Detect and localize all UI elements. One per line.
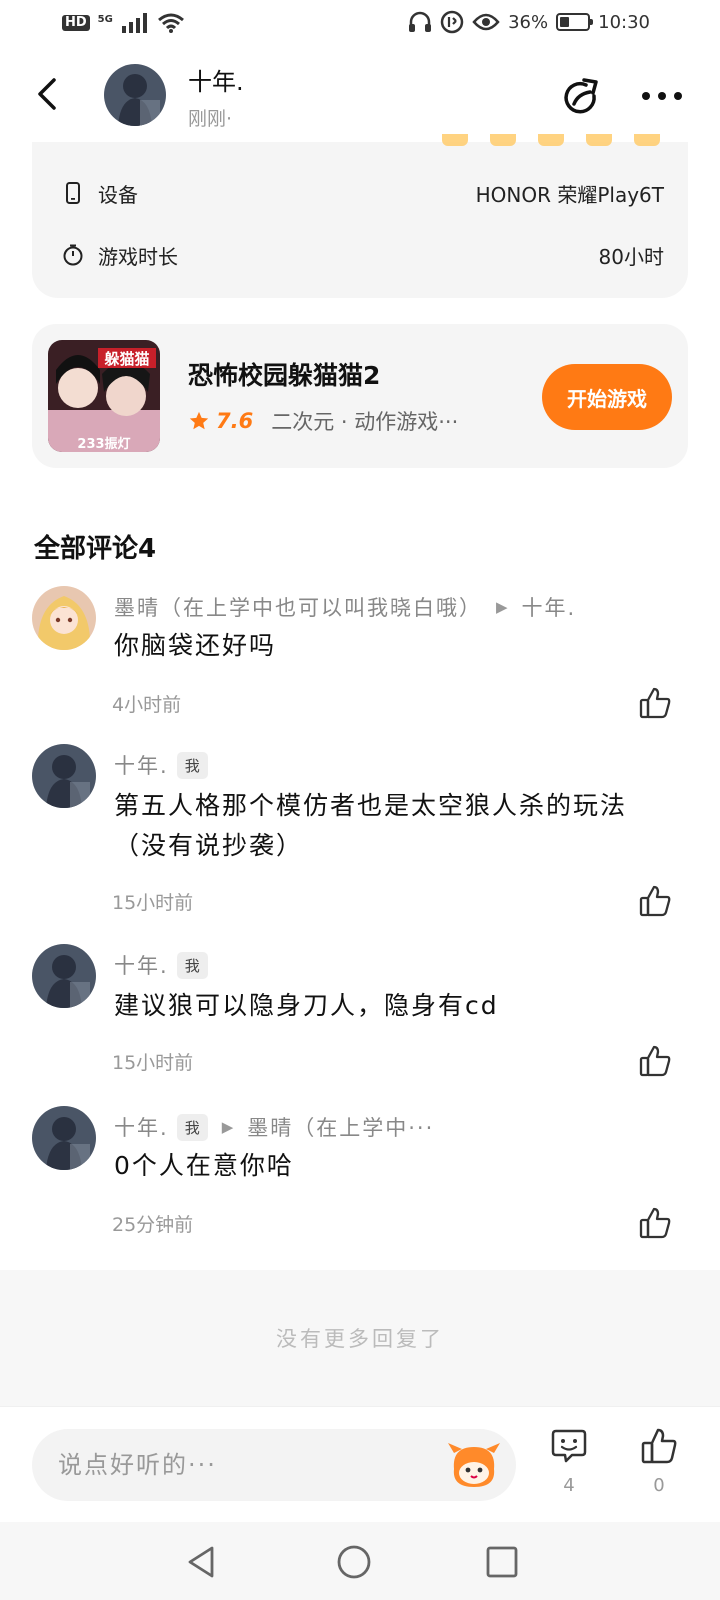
star-icon [538, 134, 564, 146]
commenter-name[interactable]: 十年. [114, 950, 169, 980]
game-tags: 二次元 · 动作游戏··· [271, 410, 459, 434]
playtime-row: 游戏时长 80小时 [62, 240, 664, 270]
back-arrow-icon[interactable] [28, 74, 68, 114]
comment-time: 25分钟前 [112, 1214, 194, 1236]
network-type: 5G [97, 14, 113, 25]
me-badge: 我 [176, 751, 208, 779]
wifi-icon [157, 13, 184, 33]
comment-text[interactable]: 第五人格那个模仿者也是太空狼人杀的玩法（没有说抄袭） [114, 786, 680, 866]
device-value: HONOR 荣耀Play6T [475, 182, 664, 207]
device-row: 设备 HONOR 荣耀Play6T [62, 178, 664, 208]
share-icon[interactable] [560, 76, 604, 120]
comment-text[interactable]: 建议狼可以隐身刀人，隐身有cd [114, 986, 680, 1026]
commenter-avatar[interactable] [32, 944, 96, 1008]
reply-arrow-icon: ▶ [221, 1118, 234, 1136]
comments-title: 全部评论4 [34, 534, 157, 564]
star-icon [586, 134, 612, 146]
nav-back-icon[interactable] [180, 1540, 224, 1584]
timer-icon [63, 244, 83, 266]
more-options-icon[interactable] [640, 84, 684, 108]
thumbs-up-icon[interactable] [638, 1044, 672, 1078]
playtime-value: 80小时 [598, 244, 664, 269]
device-label: 设备 [98, 182, 138, 207]
data-saver-icon [440, 10, 464, 34]
nav-home-icon[interactable] [332, 1540, 376, 1584]
device-info-card: 设备 HONOR 荣耀Play6T 游戏时长 80小时 [32, 134, 688, 298]
commenter-avatar[interactable] [32, 1106, 96, 1170]
me-badge: 我 [176, 951, 208, 979]
eye-icon [472, 13, 500, 31]
reply-to-name[interactable]: 墨晴（在上学中··· [247, 1112, 434, 1142]
clock: 10:30 [598, 11, 650, 33]
playtime-label: 游戏时长 [98, 244, 178, 269]
reply-to-name[interactable]: 十年. [522, 592, 577, 622]
no-more-replies: 没有更多回复了 [0, 1270, 720, 1406]
rating-stars [442, 134, 660, 146]
mascot-emoji-icon[interactable] [446, 1439, 502, 1491]
comment-time: 4小时前 [112, 694, 182, 716]
comment-input-container[interactable] [32, 1429, 516, 1501]
star-icon [490, 134, 516, 146]
nav-recents-icon[interactable] [480, 1540, 524, 1584]
thumbs-up-icon[interactable] [638, 1206, 672, 1240]
star-icon [442, 134, 468, 146]
comment-header: 十年. 我 ▶ 墨晴（在上学中··· [114, 1112, 434, 1142]
game-rating: 7.6 [216, 409, 254, 433]
commenter-name[interactable]: 墨晴（在上学中也可以叫我晓白哦） [114, 592, 482, 622]
phone-icon [66, 182, 80, 204]
reply-bar: 4 0 [0, 1406, 720, 1522]
comment-text[interactable]: 你脑袋还好吗 [114, 626, 680, 666]
comment-count: 4 [563, 1475, 575, 1496]
start-game-button[interactable]: 开始游戏 [542, 364, 672, 430]
hd-icon: HD [62, 15, 90, 31]
game-thumb-badge: 233振灯 [77, 436, 130, 452]
post-time: 刚刚· [188, 108, 233, 130]
me-badge: 我 [176, 1113, 208, 1141]
comment-header: 十年. 我 [114, 950, 208, 980]
game-title[interactable]: 恐怖校园躲猫猫2 [188, 356, 380, 392]
battery-percent: 36% [508, 11, 549, 33]
commenter-name[interactable]: 十年. [114, 750, 169, 780]
commenter-avatar[interactable] [32, 586, 96, 650]
star-icon [189, 411, 209, 430]
author-avatar[interactable] [104, 64, 166, 126]
comment-input[interactable] [58, 1443, 418, 1487]
comment-text[interactable]: 0个人在意你哈 [114, 1146, 680, 1186]
like-action[interactable]: 0 [639, 1427, 679, 1496]
thumbs-up-icon[interactable] [638, 686, 672, 720]
comment-header: 十年. 我 [114, 750, 208, 780]
comment-action[interactable]: 4 [549, 1427, 589, 1496]
status-bar: HD 5G 36% 10:30 [0, 0, 720, 50]
game-thumbnail[interactable]: 躲猫猫 233振灯 [48, 340, 160, 452]
star-icon [634, 134, 660, 146]
battery-icon [556, 13, 594, 31]
commenter-name[interactable]: 十年. [114, 1112, 169, 1142]
battery-level [560, 17, 570, 27]
signal-icon [121, 13, 147, 33]
headphones-icon [409, 11, 432, 32]
thumbs-up-icon[interactable] [640, 1427, 678, 1465]
game-meta: 7.6 二次元 · 动作游戏··· [188, 406, 458, 436]
game-thumb-title: 躲猫猫 [104, 350, 149, 368]
status-left: HD 5G [62, 12, 185, 34]
comment-bubble-icon[interactable] [550, 1427, 588, 1465]
like-count: 0 [653, 1475, 665, 1496]
commenter-avatar[interactable] [32, 744, 96, 808]
thumbs-up-icon[interactable] [638, 884, 672, 918]
system-nav-bar [0, 1522, 720, 1600]
reply-arrow-icon: ▶ [496, 598, 508, 616]
author-name[interactable]: 十年. [188, 62, 244, 97]
game-card[interactable]: 躲猫猫 233振灯 恐怖校园躲猫猫2 7.6 二次元 · 动作游戏··· 开始游… [32, 324, 688, 468]
comment-time: 15小时前 [112, 1052, 194, 1074]
comment-header: 墨晴（在上学中也可以叫我晓白哦） ▶ 十年. [114, 592, 576, 622]
status-right: 36% 10:30 [408, 10, 650, 34]
post-header: 十年. 刚刚· [0, 50, 720, 142]
comment-time: 15小时前 [112, 892, 194, 914]
